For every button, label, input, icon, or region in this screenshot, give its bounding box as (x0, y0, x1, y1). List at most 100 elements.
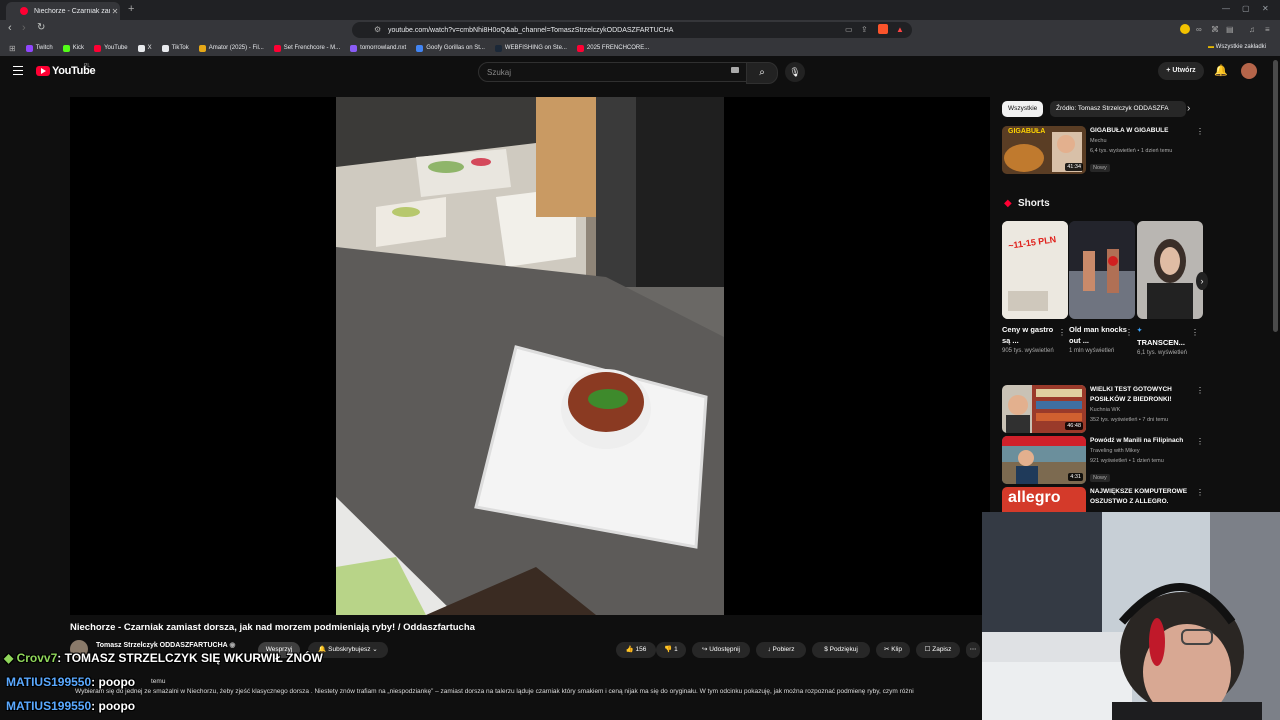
keyboard-icon[interactable] (731, 67, 739, 73)
bookmark-label: WEBFISHING on Ste... (504, 45, 567, 51)
bookmark-item[interactable]: WEBFISHING on Ste... (494, 44, 567, 52)
menu-icon[interactable] (13, 66, 23, 78)
rec-title: NAJWIĘKSZE KOMPUTEROWE OSZUSTWO Z ALLEGR… (1090, 488, 1188, 505)
window-close-icon[interactable]: ✕ (1262, 4, 1269, 13)
short-thumbnail[interactable]: ~11-15 PLN (1002, 221, 1068, 319)
youtube-logo-icon[interactable] (36, 66, 50, 76)
rewards-icon[interactable]: ▲ (896, 25, 904, 34)
new-tab-icon[interactable]: + (128, 3, 134, 15)
search-input[interactable]: Szukaj (478, 62, 748, 82)
tab-title: Niechorze - Czarniak zamiast (34, 7, 110, 15)
bookmark-item[interactable]: Twitch (25, 44, 53, 52)
url-text: youtube.com/watch?v=cmbNhi8H0oQ&ab_chann… (388, 26, 674, 34)
bookmark-item[interactable]: Kick (62, 44, 84, 52)
short-info[interactable]: ✦ TRANSCEN... 6,1 tys. wyświetleń (1137, 324, 1197, 358)
short-info[interactable]: Ceny w gastro są ... 905 tys. wyświetleń (1002, 324, 1062, 356)
reload-icon[interactable]: ↻ (37, 22, 45, 33)
bookmark-favicon-icon (94, 44, 102, 52)
rec-thumbnail[interactable]: 46:48 (1002, 385, 1086, 433)
bookmark-item[interactable]: tomorrowland.nxt (350, 44, 406, 52)
rec-thumbnail[interactable]: 4:31 (1002, 436, 1086, 484)
rec-info[interactable]: Powódź w Manili na Filipinach Traveling … (1090, 436, 1190, 484)
share-button[interactable]: ↪ Udostępnij (692, 642, 750, 658)
rec-info[interactable]: NAJWIĘKSZE KOMPUTEROWE OSZUSTWO Z ALLEGR… (1090, 487, 1190, 507)
duration-badge: 4:31 (1068, 473, 1083, 481)
extension-vpn-icon[interactable]: ∞ (1196, 25, 1202, 34)
account-avatar[interactable] (1241, 63, 1257, 79)
rec-info[interactable]: GIGABUŁA W GIGABULE Mechu 6,4 tys. wyświ… (1090, 126, 1190, 174)
create-button[interactable]: + Utwórz (1158, 62, 1204, 80)
chip-all[interactable]: Wszystkie (1002, 101, 1044, 117)
back-icon[interactable]: ‹ (8, 22, 12, 34)
duration-badge: 46:48 (1065, 422, 1083, 430)
kebab-menu-icon[interactable]: ⋮ (1058, 328, 1066, 337)
verified-icon: ◉ (229, 642, 236, 649)
chip-source[interactable]: Źródło: Tomasz Strzelczyk ODDASZFA (1050, 101, 1186, 117)
notifications-bell-icon[interactable]: 🔔 (1214, 64, 1228, 77)
media-control-icon[interactable]: ♫ (1249, 25, 1255, 34)
download-button[interactable]: ↓ Pobierz (756, 642, 806, 658)
kebab-menu-icon[interactable]: ⋮ (1196, 488, 1204, 497)
clip-button[interactable]: ✂ Klip (876, 642, 910, 658)
browser-menu-icon[interactable]: ≡ (1265, 25, 1270, 34)
bookmark-item[interactable]: TikTok (161, 44, 189, 52)
short-thumbnail[interactable] (1069, 221, 1135, 319)
chat-message: MATIUS199550: poopo (6, 675, 136, 689)
rec-info[interactable]: WIELKI TEST GOTOWYCH POSIŁKÓW Z BIEDRONK… (1090, 385, 1190, 425)
like-button[interactable]: 👍 156 (616, 642, 656, 658)
site-info-icon[interactable]: ⚙ (374, 25, 381, 34)
extensions-puzzle-icon[interactable]: ⌘ (1211, 25, 1219, 34)
bookmark-item[interactable]: 2025 FRENCHCORE... (576, 44, 649, 52)
extension-wallet-icon[interactable] (1180, 24, 1190, 34)
apps-grid-icon[interactable]: ⊞ (9, 44, 16, 53)
dislike-button[interactable]: 👎 1 (656, 642, 686, 658)
shorts-next-icon[interactable]: › (1196, 272, 1208, 290)
bookmark-item[interactable]: Set Frenchcore - M... (273, 44, 340, 52)
bookmark-favicon-icon (494, 44, 502, 52)
bookmark-item[interactable]: Goofy Gorillas on St... (416, 44, 485, 52)
chevron-right-icon[interactable]: › (1187, 103, 1190, 114)
share-page-icon[interactable]: ⇪ (861, 25, 868, 34)
save-button[interactable]: ☐ Zapisz (916, 642, 960, 658)
short-thumbnail[interactable] (1137, 221, 1203, 319)
bookmark-item[interactable]: X (137, 44, 152, 52)
all-bookmarks[interactable]: ▬ Wszystkie zakładki (1208, 44, 1266, 50)
cast-icon[interactable]: ▭ (845, 25, 853, 34)
voice-search-button[interactable]: 🎙 (785, 62, 805, 82)
bookmark-label: Twitch (35, 45, 53, 51)
forward-icon[interactable]: › (22, 22, 26, 34)
search-button[interactable]: ⌕ (746, 62, 778, 84)
short-title: ✦ TRANSCEN... (1137, 328, 1185, 347)
minimize-icon[interactable]: — (1222, 4, 1230, 13)
short-image (1069, 221, 1135, 319)
thanks-button[interactable]: $ Podziękuj (812, 642, 870, 658)
kebab-menu-icon[interactable]: ⋮ (1125, 328, 1133, 337)
page-scrollbar[interactable] (1273, 60, 1278, 332)
bookmarks-list: Twitch Kick YouTube X TikTok Amator (2025) - … (25, 44, 660, 52)
tab-close-icon[interactable]: ✕ (110, 7, 120, 16)
kebab-menu-icon[interactable]: ⋮ (1196, 386, 1204, 395)
chat-badge-icon: ◆ (4, 651, 17, 665)
browser-tab[interactable]: Niechorze - Czarniak zamiast ✕ (6, 2, 120, 20)
bookmark-label: X (147, 45, 152, 51)
kebab-menu-icon[interactable]: ⋮ (1196, 127, 1204, 136)
video-meta: temu (151, 678, 166, 685)
short-info[interactable]: Old man knocks out ... 1 mln wyświetleń (1069, 324, 1129, 356)
more-actions-icon[interactable]: ⋯ (966, 642, 980, 658)
bookmark-item[interactable]: Amator (2025) - Fil... (198, 44, 264, 52)
address-bar[interactable]: youtube.com/watch?v=cmbNhi8H0oQ&ab_chann… (352, 22, 912, 38)
video-title: Niechorze - Czarniak zamiast dorsza, jak… (70, 622, 475, 633)
bookmark-item[interactable]: YouTube (94, 44, 128, 52)
video-description[interactable]: Wybieram się do jednej ze smażalni w Nie… (75, 688, 980, 695)
rec-thumbnail[interactable]: GIGABUŁA 41:34 (1002, 126, 1086, 174)
bookmark-favicon-icon (350, 44, 358, 52)
rec-thumbnail[interactable]: allegro (1002, 487, 1086, 512)
maximize-icon[interactable]: ▢ (1242, 4, 1250, 13)
sidebar-toggle-icon[interactable]: ▤ (1226, 25, 1234, 34)
channel-name[interactable]: Tomasz Strzelczyk ODDASZFARTUCHA ◉ (96, 641, 236, 649)
short-image (1137, 221, 1203, 319)
kebab-menu-icon[interactable]: ⋮ (1196, 437, 1204, 446)
kebab-menu-icon[interactable]: ⋮ (1191, 328, 1199, 337)
brave-shield-icon[interactable] (878, 24, 888, 34)
video-frame[interactable] (336, 97, 724, 615)
